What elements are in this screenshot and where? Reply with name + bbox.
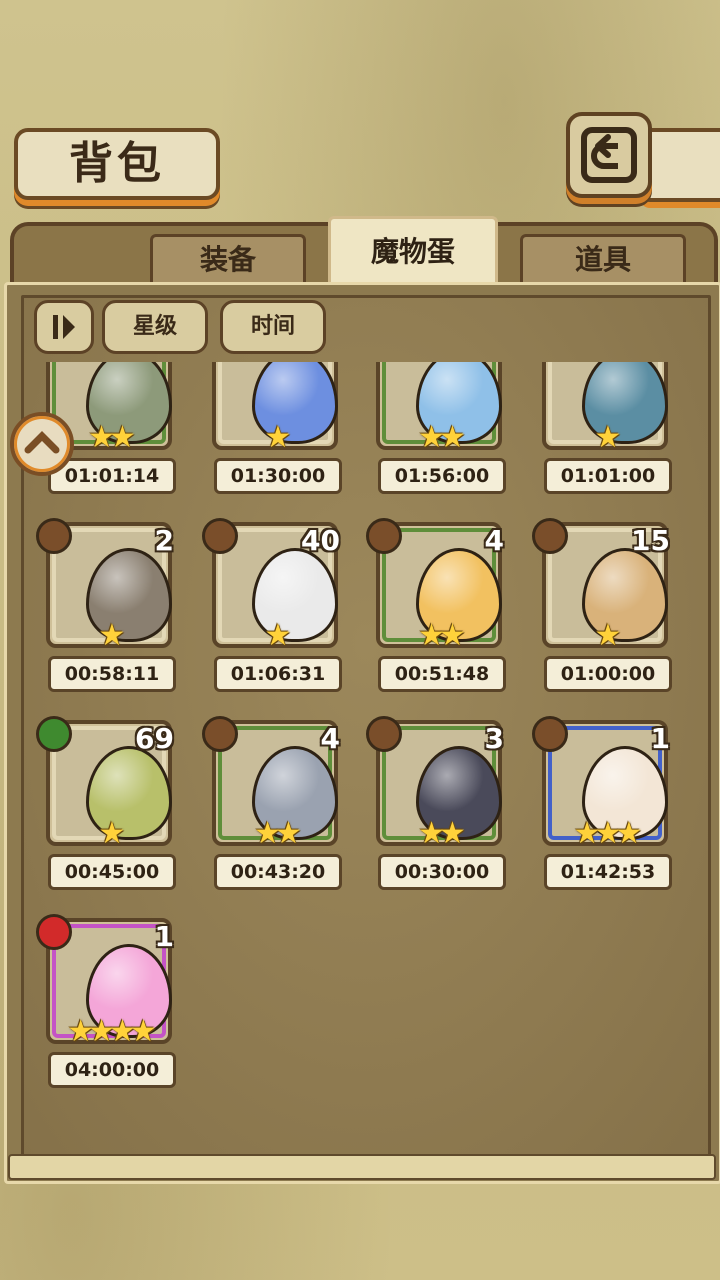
egg-card[interactable]: 15 ★ 01:00:00: [516, 518, 686, 712]
hatch-timer: 01:06:31: [214, 656, 342, 692]
egg-count: 4: [484, 524, 504, 557]
scroll-up-button[interactable]: [10, 412, 74, 476]
star-rating: ★: [594, 420, 622, 455]
hatch-timer: 00:51:48: [378, 656, 506, 692]
egg-card[interactable]: 3 ★★ 00:30:00: [350, 716, 520, 910]
egg-count: 3: [484, 722, 504, 755]
egg-card[interactable]: 4 ★★ 00:43:20: [186, 716, 356, 910]
back-button-rail: [640, 128, 720, 202]
earth-element-icon: [366, 518, 402, 554]
hatch-timer: 01:01:00: [544, 458, 672, 494]
tab-equipment[interactable]: 装备: [150, 234, 306, 283]
star-rating: ★★★: [573, 816, 643, 851]
sort-by-time-button[interactable]: 时间: [220, 300, 326, 354]
hatch-timer: 00:58:11: [48, 656, 176, 692]
tab-monster-eggs-label: 魔物蛋: [370, 235, 455, 268]
egg-card[interactable]: 8★★01:56:00: [350, 362, 520, 514]
star-rating: ★: [264, 618, 292, 653]
hatch-timer: 01:30:00: [214, 458, 342, 494]
egg-count: 69: [135, 722, 174, 755]
egg-card[interactable]: 69 ★ 00:45:00: [20, 716, 190, 910]
page-title: 背包: [69, 138, 165, 189]
egg-count: 2: [154, 524, 174, 557]
star-rating: ★★: [418, 816, 466, 851]
arrow-up-icon: [24, 431, 60, 454]
sort-by-star-button[interactable]: 星级: [102, 300, 208, 354]
hatch-timer: 01:00:00: [544, 656, 672, 692]
egg-card[interactable]: 15★01:01:00: [516, 362, 686, 514]
egg-count: 1: [154, 920, 174, 953]
star-rating: ★: [98, 618, 126, 653]
tab-monster-eggs[interactable]: 魔物蛋: [328, 216, 498, 285]
tab-items[interactable]: 道具: [520, 234, 686, 283]
title-plate: 背包: [14, 128, 220, 200]
panel-footer-rail: [8, 1154, 716, 1180]
egg-count: 1: [650, 722, 670, 755]
star-rating: ★: [98, 816, 126, 851]
back-button[interactable]: [566, 112, 652, 198]
star-rating: ★: [264, 420, 292, 455]
star-rating: ★★: [254, 816, 302, 851]
egg-card[interactable]: 4 ★★ 00:51:48: [350, 518, 520, 712]
hatch-timer: 01:56:00: [378, 458, 506, 494]
tab-equipment-label: 装备: [199, 243, 256, 276]
egg-card[interactable]: 1 ★★★★ 04:00:00: [20, 914, 190, 1108]
back-arrow-icon: [581, 127, 637, 183]
egg-card[interactable]: 40 ★ 01:06:31: [186, 518, 356, 712]
sort-toggle-icon: [53, 315, 75, 339]
egg-count: 15: [631, 524, 670, 557]
hatch-timer: 04:00:00: [48, 1052, 176, 1088]
star-rating: ★★: [418, 618, 466, 653]
earth-element-icon: [36, 518, 72, 554]
star-rating: ★: [594, 618, 622, 653]
earth-element-icon: [366, 716, 402, 752]
egg-card[interactable]: 16★01:30:00: [186, 362, 356, 514]
fire-element-icon: [36, 914, 72, 950]
star-rating: ★★: [418, 420, 466, 455]
egg-count: 4: [320, 722, 340, 755]
egg-card[interactable]: 2 ★ 00:58:11: [20, 518, 190, 712]
wood-element-icon: [36, 716, 72, 752]
earth-element-icon: [202, 518, 238, 554]
sort-order-toggle[interactable]: [34, 300, 94, 354]
egg-card[interactable]: 1 ★★★ 01:42:53: [516, 716, 686, 910]
earth-element-icon: [532, 716, 568, 752]
hatch-timer: 00:30:00: [378, 854, 506, 890]
earth-element-icon: [202, 716, 238, 752]
egg-grid: 1★★01:01:1416★01:30:008★★01:56:0015★01:0…: [20, 362, 700, 1142]
hatch-timer: 00:45:00: [48, 854, 176, 890]
tab-items-label: 道具: [574, 243, 631, 276]
egg-count: 40: [301, 524, 340, 557]
star-rating: ★★★★: [67, 1014, 157, 1049]
hatch-timer: 00:43:20: [214, 854, 342, 890]
hatch-timer: 01:42:53: [544, 854, 672, 890]
earth-element-icon: [532, 518, 568, 554]
